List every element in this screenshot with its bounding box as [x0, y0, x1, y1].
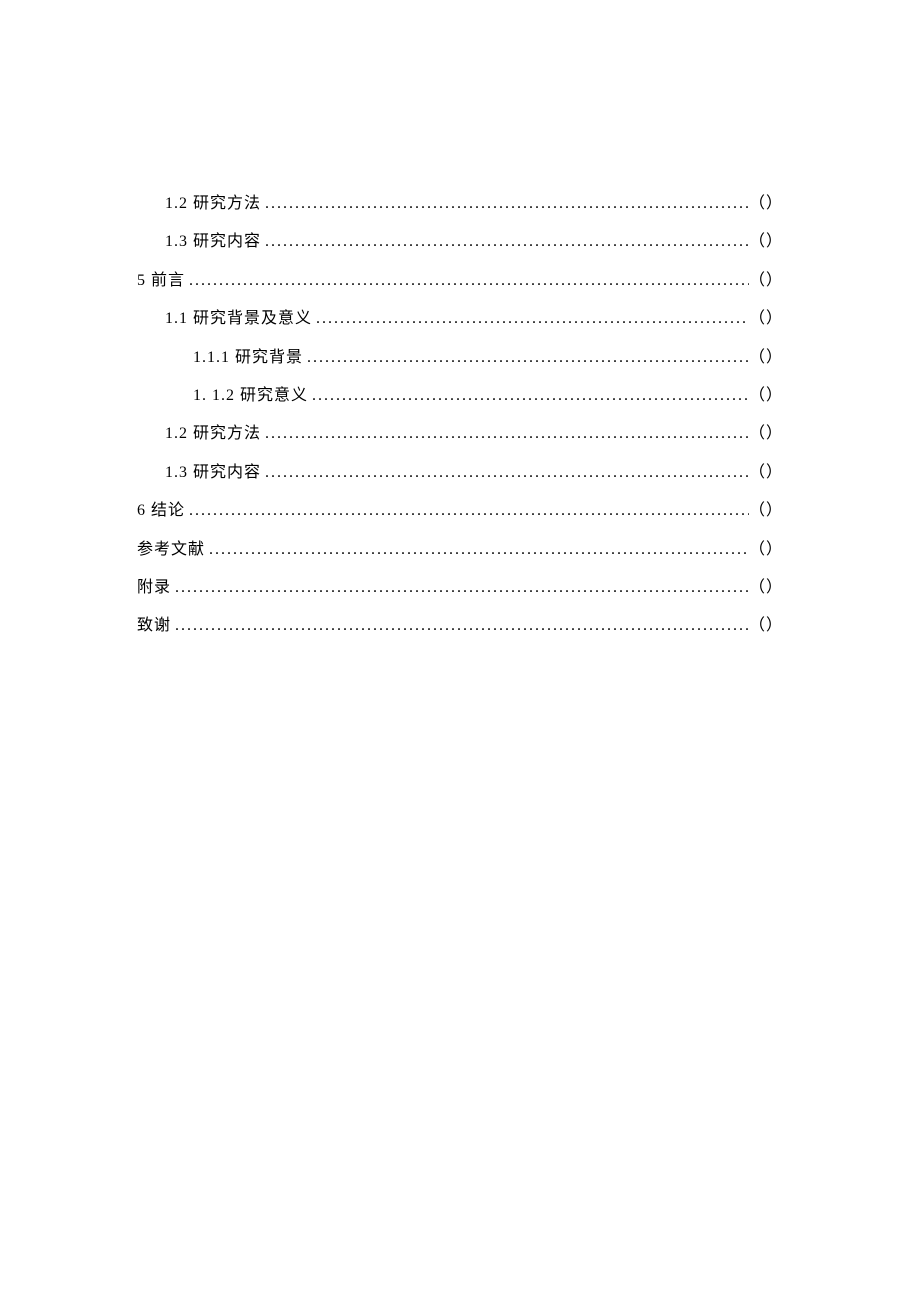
toc-entry-page: （） — [749, 262, 783, 300]
toc-entry-label: 1.2 研究方法 — [165, 185, 261, 223]
toc-entry-label: 1.2 研究方法 — [165, 415, 261, 453]
toc-entry-label: 附录 — [137, 569, 171, 607]
toc-entry: 1. 1.2 研究意义 （） — [137, 377, 783, 415]
toc-leader-dots — [205, 531, 749, 569]
toc-entry-page: （） — [749, 223, 783, 261]
toc-entry: 5 前言 （） — [137, 262, 783, 300]
toc-entry: 1.3 研究内容 （） — [137, 454, 783, 492]
toc-leader-dots — [303, 339, 749, 377]
toc-entry-page: （） — [749, 607, 783, 645]
toc-entry-page: （） — [749, 569, 783, 607]
table-of-contents: 1.2 研究方法（）1.3 研究内容（）5 前言（）1.1 研究背景及意义（）1… — [137, 185, 783, 646]
toc-entry-page: （） — [749, 300, 783, 338]
toc-entry-label: 5 前言 — [137, 262, 185, 300]
toc-leader-dots — [308, 377, 749, 415]
toc-entry: 致谢 （） — [137, 607, 783, 645]
toc-entry: 1.2 研究方法 （） — [137, 185, 783, 223]
toc-entry-page: （） — [749, 339, 783, 377]
toc-entry: 1.2 研究方法 （） — [137, 415, 783, 453]
toc-entry: 1.1.1 研究背景 （） — [137, 339, 783, 377]
toc-leader-dots — [171, 569, 749, 607]
toc-entry-label: 参考文献 — [137, 531, 205, 569]
toc-entry: 1.1 研究背景及意义 （） — [137, 300, 783, 338]
toc-leader-dots — [185, 492, 749, 530]
toc-entry-label: 1.3 研究内容 — [165, 223, 261, 261]
toc-entry-page: （） — [749, 415, 783, 453]
toc-entry-page: （） — [749, 377, 783, 415]
toc-entry-label: 1.3 研究内容 — [165, 454, 261, 492]
toc-leader-dots — [185, 262, 749, 300]
toc-entry-label: 6 结论 — [137, 492, 185, 530]
toc-leader-dots — [261, 454, 749, 492]
toc-entry-page: （） — [749, 454, 783, 492]
toc-entry-label: 1. 1.2 研究意义 — [193, 377, 308, 415]
toc-entry: 参考文献 （） — [137, 531, 783, 569]
toc-entry-label: 1.1.1 研究背景 — [193, 339, 303, 377]
toc-leader-dots — [261, 223, 749, 261]
toc-entry-page: （） — [749, 185, 783, 223]
toc-entry-page: （） — [749, 492, 783, 530]
toc-entry-label: 1.1 研究背景及意义 — [165, 300, 312, 338]
toc-entry: 6 结论 （） — [137, 492, 783, 530]
toc-leader-dots — [171, 607, 749, 645]
toc-entry: 附录 （） — [137, 569, 783, 607]
toc-leader-dots — [261, 185, 749, 223]
toc-entry-label: 致谢 — [137, 607, 171, 645]
toc-leader-dots — [261, 415, 749, 453]
toc-leader-dots — [312, 300, 749, 338]
toc-entry-page: （） — [749, 531, 783, 569]
toc-entry: 1.3 研究内容 （） — [137, 223, 783, 261]
